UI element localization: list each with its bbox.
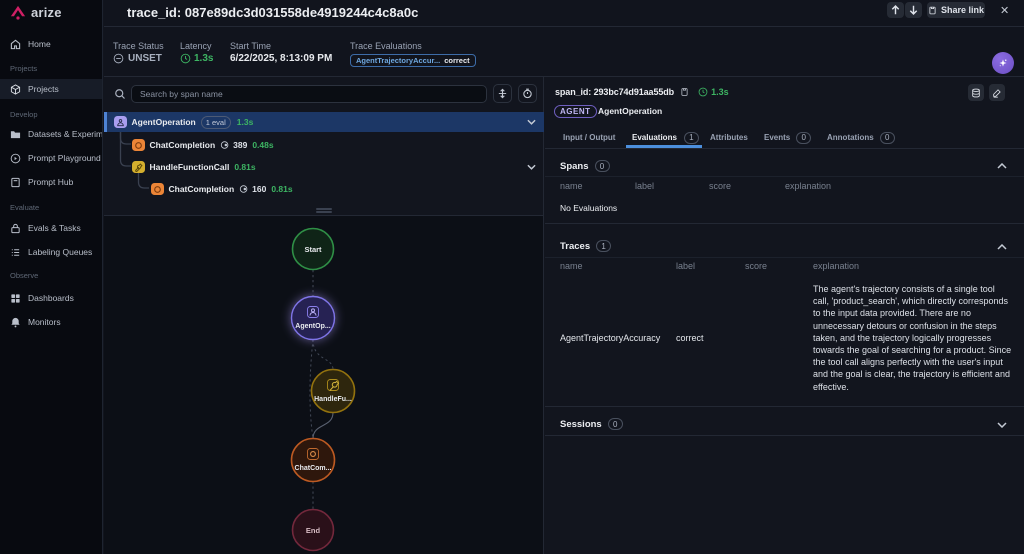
svg-text:HandleFu...: HandleFu... <box>314 396 352 403</box>
svg-text:ChatCom...: ChatCom... <box>295 465 332 472</box>
svg-text:AgentOp...: AgentOp... <box>295 323 330 330</box>
svg-text:Start: Start <box>304 245 322 254</box>
svg-text:End: End <box>306 526 321 535</box>
